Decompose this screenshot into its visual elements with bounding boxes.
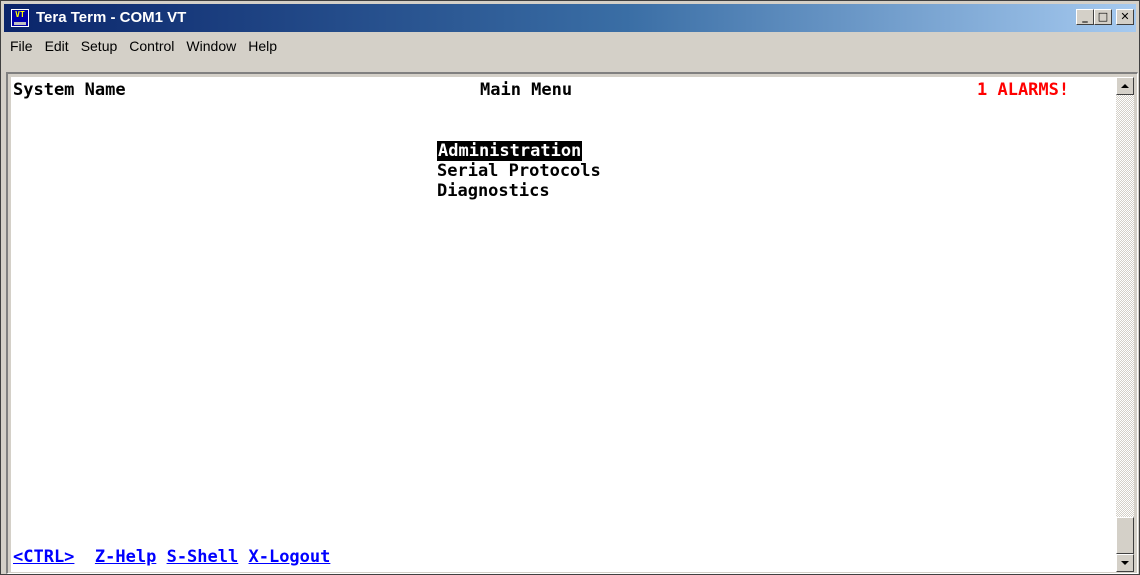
maximize-button[interactable]: □ (1094, 9, 1112, 25)
menu-file[interactable]: File (4, 35, 39, 57)
scroll-down-button[interactable] (1116, 554, 1134, 572)
scroll-thumb[interactable] (1116, 517, 1134, 554)
shell-hotkey[interactable]: S-Shell (167, 547, 239, 567)
system-name-label: System Name (13, 80, 126, 100)
close-button[interactable]: ✕ (1116, 9, 1134, 25)
help-hotkey[interactable]: Z-Help (95, 547, 156, 567)
minimize-button[interactable]: _ (1076, 9, 1094, 25)
alarm-indicator: 1 ALARMS! (977, 80, 1070, 100)
title-bar[interactable]: VT Tera Term - COM1 VT _ □ ✕ (4, 4, 1136, 32)
screen-title: Main Menu (480, 80, 573, 100)
menu-help[interactable]: Help (242, 35, 283, 57)
tera-term-window: VT Tera Term - COM1 VT _ □ ✕ File Edit Set… (0, 0, 1140, 575)
menu-window[interactable]: Window (180, 35, 242, 57)
scroll-up-button[interactable] (1116, 77, 1134, 95)
menu-option-administration[interactable]: Administration (437, 141, 583, 161)
menu-edit[interactable]: Edit (39, 35, 75, 57)
arrow-up-icon (1121, 84, 1129, 88)
hotkey-footer: <CTRL> Z-Help S-Shell X-Logout (13, 547, 330, 567)
window-title: Tera Term - COM1 VT (36, 9, 187, 26)
menu-option-diagnostics[interactable]: Diagnostics (437, 181, 550, 201)
menu-setup[interactable]: Setup (75, 35, 124, 57)
menu-control[interactable]: Control (123, 35, 180, 57)
tera-term-icon[interactable]: VT (11, 9, 29, 27)
ctrl-hint: <CTRL> (13, 547, 75, 567)
vertical-scrollbar[interactable] (1116, 77, 1134, 572)
logout-hotkey[interactable]: X-Logout (248, 547, 330, 567)
terminal-screen[interactable]: System Name Main Menu 1 ALARMS! Administ… (11, 77, 1116, 572)
menu-bar: File Edit Setup Control Window Help (4, 35, 1136, 57)
arrow-down-icon (1121, 561, 1129, 565)
menu-option-serial-protocols[interactable]: Serial Protocols (437, 161, 601, 181)
